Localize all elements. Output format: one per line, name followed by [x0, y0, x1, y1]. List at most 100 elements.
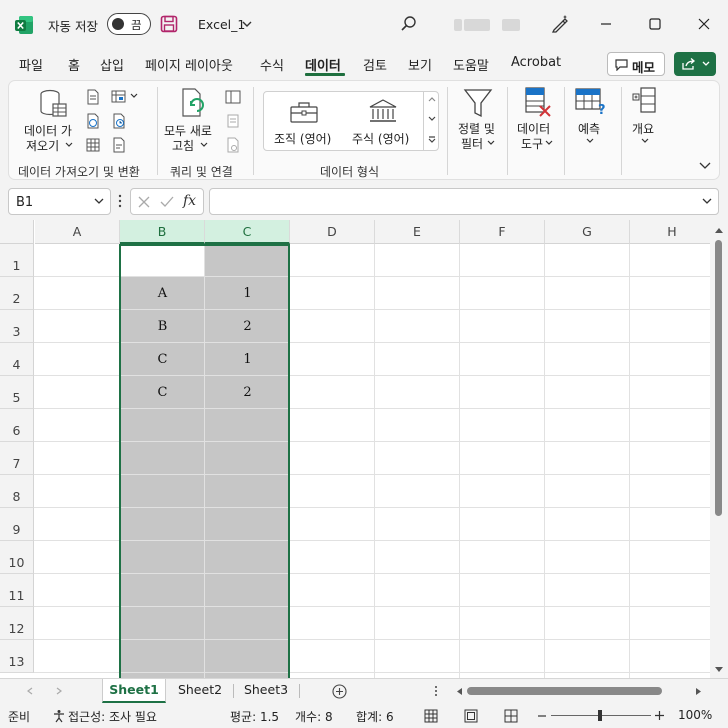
scroll-right-icon[interactable] — [695, 687, 703, 696]
data-types-gallery[interactable]: 조직 (영어) 주식 (영어) — [263, 91, 439, 151]
row-header-6[interactable]: 6 — [0, 409, 34, 442]
organization-label[interactable]: 조직 (영어) — [274, 130, 331, 147]
tab-home[interactable]: 홈 — [68, 55, 80, 74]
chevron-down-icon[interactable] — [65, 142, 73, 148]
vertical-scrollbar[interactable] — [710, 220, 728, 678]
tab-formulas[interactable]: 수식 — [260, 55, 284, 74]
cell-b5[interactable]: C — [120, 376, 205, 409]
column-header-h[interactable]: H — [630, 220, 715, 244]
tab-file[interactable]: 파일 — [19, 55, 43, 74]
normal-view-icon[interactable] — [424, 709, 438, 723]
recent-sources-icon[interactable] — [111, 113, 127, 129]
forecast-label[interactable]: 예측 — [578, 120, 600, 137]
chevron-down-icon[interactable] — [545, 140, 553, 146]
status-accessibility[interactable]: 접근성: 조사 필요 — [68, 708, 157, 725]
column-header-c[interactable]: C — [205, 220, 290, 244]
row-header-10[interactable]: 10 — [0, 541, 34, 574]
cell-b4[interactable]: C — [120, 343, 205, 376]
web-icon[interactable] — [85, 113, 101, 129]
column-header-b[interactable]: B — [120, 220, 205, 244]
tab-page-layout[interactable]: 페이지 레이아웃 — [145, 55, 233, 74]
status-sum[interactable]: 합계: 6 — [356, 708, 394, 725]
accessibility-icon[interactable] — [52, 709, 66, 723]
chevron-down-icon[interactable] — [487, 140, 495, 146]
column-header-a[interactable]: A — [35, 220, 120, 244]
more-options-icon[interactable] — [117, 194, 123, 208]
tab-acrobat[interactable]: Acrobat — [511, 55, 561, 70]
column-header-d[interactable]: D — [290, 220, 375, 244]
formula-input[interactable] — [209, 188, 719, 215]
chevron-down-icon[interactable] — [94, 198, 104, 205]
tab-review[interactable]: 검토 — [363, 55, 387, 74]
column-header-e[interactable]: E — [375, 220, 460, 244]
chevron-down-icon[interactable] — [241, 18, 253, 30]
worksheet-grid[interactable]: A B C D E F G H 1 2 3 4 5 6 7 8 9 10 11 … — [0, 220, 728, 678]
add-sheet-icon[interactable] — [332, 684, 347, 699]
column-header-f[interactable]: F — [460, 220, 545, 244]
properties-icon[interactable] — [225, 113, 241, 129]
zoom-out-icon[interactable] — [538, 712, 546, 720]
chevron-down-icon[interactable] — [641, 138, 649, 144]
chevron-down-icon[interactable] — [130, 93, 138, 99]
gallery-scroll[interactable] — [423, 91, 439, 151]
column-header-g[interactable]: G — [545, 220, 630, 244]
zoom-level[interactable]: 100% — [678, 708, 712, 722]
existing-connections-icon[interactable] — [111, 89, 127, 105]
cell-b2[interactable]: A — [120, 277, 205, 310]
row-header-4[interactable]: 4 — [0, 343, 34, 376]
sheet-tab-sheet3[interactable]: Sheet3 — [234, 679, 298, 703]
maximize-icon[interactable] — [645, 14, 665, 34]
row-header-3[interactable]: 3 — [0, 310, 34, 343]
chevron-down-icon[interactable] — [427, 115, 437, 123]
tab-help[interactable]: 도움말 — [453, 55, 489, 74]
tab-insert[interactable]: 삽입 — [100, 55, 124, 74]
tab-view[interactable]: 보기 — [408, 55, 432, 74]
row-header-1[interactable]: 1 — [0, 244, 34, 277]
text-csv-icon[interactable] — [85, 89, 101, 105]
get-data-label-2[interactable]: 져오기 — [26, 137, 59, 154]
cell-c3[interactable]: 2 — [205, 310, 290, 343]
gallery-more-icon[interactable] — [427, 135, 437, 145]
sort-filter-label-2[interactable]: 필터 — [461, 135, 483, 152]
prev-sheet-icon[interactable] — [27, 687, 33, 695]
account-avatar[interactable] — [454, 19, 520, 31]
row-header-5[interactable]: 5 — [0, 376, 34, 409]
designer-pen-icon[interactable] — [550, 14, 570, 34]
scroll-up-icon[interactable] — [714, 226, 724, 234]
chevron-down-icon[interactable] — [586, 138, 594, 144]
save-icon[interactable] — [160, 15, 178, 33]
horizontal-scroll-thumb[interactable] — [467, 687, 662, 695]
existing-connection-icon[interactable] — [111, 137, 127, 153]
ribbon-options-chevron-icon[interactable] — [699, 161, 711, 171]
name-box[interactable]: B1 — [8, 188, 111, 215]
comments-button[interactable]: 메모 — [607, 52, 665, 76]
file-name[interactable]: Excel_1 — [198, 17, 245, 32]
row-header-9[interactable]: 9 — [0, 508, 34, 541]
select-all-corner[interactable] — [0, 220, 34, 244]
zoom-slider-thumb[interactable] — [598, 710, 602, 721]
cell-c4[interactable]: 1 — [205, 343, 290, 376]
table-range-icon[interactable] — [85, 137, 101, 153]
close-icon[interactable] — [694, 14, 714, 34]
queries-connections-icon[interactable] — [225, 89, 241, 105]
next-sheet-icon[interactable] — [56, 687, 62, 695]
scroll-down-icon[interactable] — [714, 666, 724, 674]
split-handle-icon[interactable] — [434, 685, 438, 697]
expand-formula-bar-icon[interactable] — [702, 198, 712, 205]
row-header-2[interactable]: 2 — [0, 277, 34, 310]
row-header-8[interactable]: 8 — [0, 475, 34, 508]
page-break-view-icon[interactable] — [504, 709, 518, 723]
row-header-7[interactable]: 7 — [0, 442, 34, 475]
cell-c2[interactable]: 1 — [205, 277, 290, 310]
row-header-12[interactable]: 12 — [0, 607, 34, 640]
refresh-all-label-2[interactable]: 고침 — [172, 137, 194, 154]
row-header-11[interactable]: 11 — [0, 574, 34, 607]
enter-check-icon[interactable] — [160, 196, 174, 208]
chevron-down-icon[interactable] — [200, 142, 208, 148]
zoom-in-icon[interactable] — [655, 711, 664, 720]
minimize-icon[interactable] — [596, 14, 616, 34]
autosave-toggle[interactable]: 끔 — [107, 13, 151, 35]
tab-data[interactable]: 데이터 — [305, 55, 341, 74]
outline-label[interactable]: 개요 — [632, 120, 654, 137]
page-layout-view-icon[interactable] — [464, 709, 478, 723]
